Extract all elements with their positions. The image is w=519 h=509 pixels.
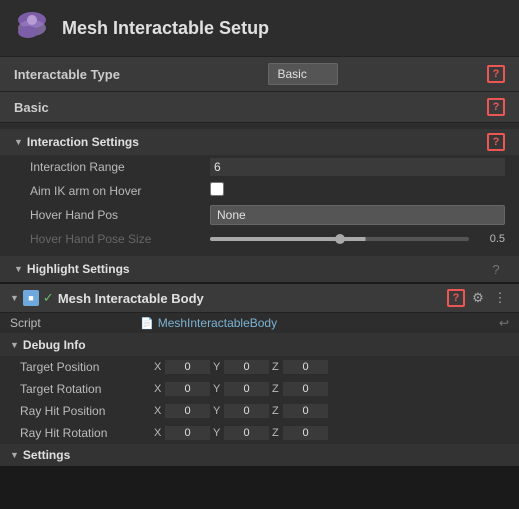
bottom-panel-title: Mesh Interactable Body — [58, 291, 443, 306]
ray-hit-rotation-label: Ray Hit Rotation — [20, 426, 150, 440]
ray-hit-position-x[interactable] — [165, 404, 210, 418]
hover-hand-pose-size-label: Hover Hand Pose Size — [30, 232, 210, 246]
x-axis-label-tp: X — [154, 361, 162, 373]
cube-icon: ■ — [23, 290, 39, 306]
mesh-icon — [14, 10, 50, 46]
y-axis-label-tr: Y — [213, 383, 221, 395]
target-position-label: Target Position — [20, 360, 150, 374]
interactable-type-label: Interactable Type — [14, 67, 120, 82]
hover-hand-pos-row: Hover Hand Pos None Custom — [0, 202, 519, 228]
z-axis-label-rr: Z — [272, 427, 280, 439]
hover-hand-pose-size-value: 0.5 — [210, 233, 505, 245]
bottom-header-icons: ? ⚙ ⋮ — [447, 289, 509, 307]
ray-hit-position-label: Ray Hit Position — [20, 404, 150, 418]
interaction-settings-label: Interaction Settings — [27, 135, 139, 149]
interaction-range-value — [210, 158, 505, 176]
basic-section: Basic ? — [0, 92, 519, 123]
y-axis-label-rr: Y — [213, 427, 221, 439]
x-axis-label-rp: X — [154, 405, 162, 417]
interactable-type-help-btn[interactable]: ? — [487, 65, 505, 83]
ray-hit-position-fields: X Y Z — [154, 404, 509, 418]
ray-hit-position-z[interactable] — [283, 404, 328, 418]
bottom-panel-header: ▼ ■ ✓ Mesh Interactable Body ? ⚙ ⋮ — [0, 284, 519, 313]
ray-hit-rotation-row: Ray Hit Rotation X Y Z — [0, 422, 519, 444]
interaction-settings-header: ▼ Interaction Settings ? — [0, 129, 519, 155]
highlight-triangle-icon: ▼ — [14, 264, 23, 274]
aim-ik-value — [210, 182, 505, 199]
script-arrow-icon: ↩ — [499, 316, 509, 330]
x-axis-label-tr: X — [154, 383, 162, 395]
basic-help-btn[interactable]: ? — [487, 98, 505, 116]
debug-info-header: ▼ Debug Info — [0, 334, 519, 356]
target-rotation-x[interactable] — [165, 382, 210, 396]
aim-ik-label: Aim IK arm on Hover — [30, 184, 210, 198]
slider-value-display: 0.5 — [477, 233, 505, 245]
hover-hand-pose-size-slider[interactable] — [210, 237, 469, 241]
hover-hand-pos-select[interactable]: None Custom — [210, 205, 505, 225]
target-position-x[interactable] — [165, 360, 210, 374]
y-axis-label-rp: Y — [213, 405, 221, 417]
ray-hit-position-row: Ray Hit Position X Y Z — [0, 400, 519, 422]
target-rotation-label: Target Rotation — [20, 382, 150, 396]
y-axis-label-tp: Y — [213, 361, 221, 373]
script-value: 📄 MeshInteractableBody ↩ — [140, 316, 509, 330]
menu-icon-btn[interactable]: ⋮ — [491, 289, 509, 307]
highlight-settings-title-container: ▼ Highlight Settings — [14, 262, 130, 276]
panel-title: Mesh Interactable Setup — [62, 18, 269, 39]
target-rotation-y[interactable] — [224, 382, 269, 396]
highlight-settings-label: Highlight Settings — [27, 262, 130, 276]
ray-hit-rotation-fields: X Y Z — [154, 426, 509, 440]
debug-info-label: Debug Info — [23, 338, 86, 352]
aim-ik-row: Aim IK arm on Hover — [0, 179, 519, 202]
aim-ik-checkbox[interactable] — [210, 182, 224, 196]
ray-hit-rotation-y[interactable] — [224, 426, 269, 440]
interaction-range-input[interactable] — [210, 158, 505, 176]
hover-hand-pos-label: Hover Hand Pos — [30, 208, 210, 222]
triangle-icon: ▼ — [14, 137, 23, 147]
z-axis-label-tp: Z — [272, 361, 280, 373]
script-file-icon: 📄 — [140, 317, 154, 330]
bottom-help-btn[interactable]: ? — [447, 289, 465, 307]
target-position-y[interactable] — [224, 360, 269, 374]
ray-hit-rotation-x[interactable] — [165, 426, 210, 440]
interaction-settings-help-btn[interactable]: ? — [487, 133, 505, 151]
checkmark-icon: ✓ — [43, 290, 54, 306]
ray-hit-position-y[interactable] — [224, 404, 269, 418]
script-row: Script 📄 MeshInteractableBody ↩ — [0, 313, 519, 334]
interaction-range-label: Interaction Range — [30, 160, 210, 174]
x-axis-label-rr: X — [154, 427, 162, 439]
target-rotation-row: Target Rotation X Y Z — [0, 378, 519, 400]
settings-icon-btn[interactable]: ⚙ — [469, 289, 487, 307]
interaction-settings-title-container: ▼ Interaction Settings — [14, 135, 139, 149]
hover-hand-pos-value: None Custom — [210, 205, 505, 225]
top-panel: Mesh Interactable Setup Interactable Typ… — [0, 0, 519, 284]
bottom-triangle-icon: ▼ — [10, 293, 19, 303]
ray-hit-rotation-z[interactable] — [283, 426, 328, 440]
basic-label: Basic — [14, 100, 49, 115]
interaction-range-row: Interaction Range — [0, 155, 519, 179]
settings-label: Settings — [23, 448, 70, 462]
script-name: MeshInteractableBody — [158, 316, 277, 330]
target-position-z[interactable] — [283, 360, 328, 374]
target-rotation-z[interactable] — [283, 382, 328, 396]
settings-header: ▼ Settings — [0, 444, 519, 466]
highlight-settings-header: ▼ Highlight Settings ? — [0, 256, 519, 282]
highlight-help-btn[interactable]: ? — [487, 260, 505, 278]
z-axis-label-rp: Z — [272, 405, 280, 417]
target-position-row: Target Position X Y Z — [0, 356, 519, 378]
panel-header: Mesh Interactable Setup — [0, 0, 519, 57]
interaction-settings: ▼ Interaction Settings ? Interaction Ran… — [0, 123, 519, 256]
target-rotation-fields: X Y Z — [154, 382, 509, 396]
target-position-fields: X Y Z — [154, 360, 509, 374]
z-axis-label-tr: Z — [272, 383, 280, 395]
settings-triangle-icon: ▼ — [10, 450, 19, 460]
interactable-type-row: Interactable Type Basic ? — [0, 57, 519, 92]
interactable-type-dropdown-container: Basic — [268, 63, 338, 85]
interactable-type-select[interactable]: Basic — [268, 63, 338, 85]
debug-triangle-icon: ▼ — [10, 340, 19, 350]
hover-hand-pose-size-row: Hover Hand Pose Size 0.5 — [0, 228, 519, 250]
script-label: Script — [10, 316, 140, 330]
bottom-panel: ▼ ■ ✓ Mesh Interactable Body ? ⚙ ⋮ Scrip… — [0, 284, 519, 466]
slider-container: 0.5 — [210, 233, 505, 245]
